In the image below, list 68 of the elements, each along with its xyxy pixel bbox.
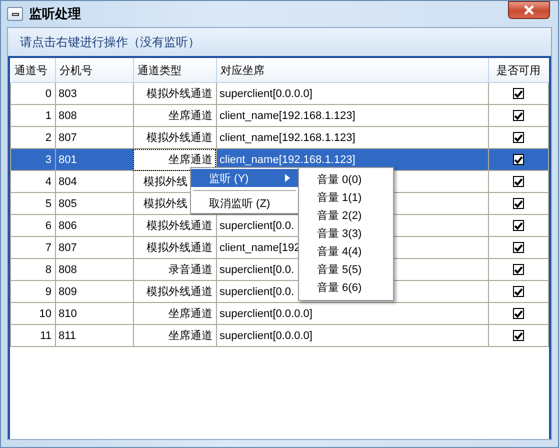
table-row[interactable]: 10 810 坐席通道 superclient[0.0.0.0] xyxy=(10,302,548,324)
table-row[interactable]: 1 808 坐席通道 client_name[192.168.1.123] xyxy=(10,104,548,126)
column-header[interactable]: 是否可用 xyxy=(488,58,548,82)
table-cell: 807 xyxy=(55,236,133,258)
table-cell: 0 xyxy=(10,82,55,104)
checkbox[interactable] xyxy=(512,154,524,166)
table-row[interactable]: 0 803 模拟外线通道 superclient[0.0.0.0] xyxy=(10,82,548,104)
hint-text: 请点击右键进行操作（没有监听） xyxy=(20,34,200,50)
table-cell: 6 xyxy=(10,214,55,236)
checkbox[interactable] xyxy=(512,286,524,298)
column-header[interactable]: 分机号 xyxy=(55,58,133,82)
menu-item[interactable]: 音量 0(0) xyxy=(299,170,393,188)
menu-item[interactable]: 音量 6(6) xyxy=(299,278,393,296)
table-cell: 4 xyxy=(10,170,55,192)
menu-item[interactable]: 音量 4(4) xyxy=(299,242,393,260)
checkbox[interactable] xyxy=(512,110,524,122)
system-menu-button[interactable] xyxy=(7,7,23,21)
table-cell: 3 xyxy=(10,148,55,170)
table-cell: superclient[0.0.0.0] xyxy=(216,302,488,324)
table-cell: 坐席通道 xyxy=(133,324,216,346)
table-row[interactable]: 11 811 坐席通道 superclient[0.0.0.0] xyxy=(10,324,548,346)
table-cell: 录音通道 xyxy=(133,258,216,280)
table-cell: superclient[0.0.0.0] xyxy=(216,82,488,104)
table-cell: 805 xyxy=(55,192,133,214)
close-button[interactable] xyxy=(508,1,550,19)
checkbox[interactable] xyxy=(512,132,524,144)
table-cell: 801 xyxy=(55,148,133,170)
column-header[interactable]: 通道类型 xyxy=(133,58,216,82)
table-cell: 模拟外线通道 xyxy=(133,236,216,258)
menu-item[interactable]: 监听 (Y) xyxy=(191,169,298,187)
table-cell: 806 xyxy=(55,214,133,236)
checkbox[interactable] xyxy=(512,242,524,254)
table-cell: 坐席通道 xyxy=(133,148,216,170)
table-cell: client_name[192.168.1.123] xyxy=(216,104,488,126)
checkbox[interactable] xyxy=(512,198,524,210)
checkbox[interactable] xyxy=(512,220,524,232)
menu-item[interactable]: 音量 1(1) xyxy=(299,188,393,206)
table-cell: 811 xyxy=(55,324,133,346)
table-cell: superclient[0.0.0.0] xyxy=(216,324,488,346)
close-icon xyxy=(523,5,535,15)
table-cell: 10 xyxy=(10,302,55,324)
table-cell: 1 xyxy=(10,104,55,126)
checkbox[interactable] xyxy=(512,330,524,342)
checkbox[interactable] xyxy=(512,308,524,320)
checkbox[interactable] xyxy=(512,88,524,100)
submenu-arrow-icon xyxy=(285,174,290,182)
menu-item[interactable]: 音量 5(5) xyxy=(299,260,393,278)
table-cell: 808 xyxy=(55,104,133,126)
table-cell: 7 xyxy=(10,236,55,258)
table-cell: 8 xyxy=(10,258,55,280)
table-cell: 坐席通道 xyxy=(133,104,216,126)
table-row[interactable]: 3 801 坐席通道 client_name[192.168.1.123] xyxy=(10,148,548,170)
checkbox[interactable] xyxy=(512,264,524,276)
table-cell: 809 xyxy=(55,280,133,302)
column-header[interactable]: 通道号 xyxy=(10,58,55,82)
table-cell: 11 xyxy=(10,324,55,346)
table-cell: 803 xyxy=(55,82,133,104)
table-cell: 5 xyxy=(10,192,55,214)
window-title: 监听处理 xyxy=(29,5,82,23)
table-cell: 810 xyxy=(55,302,133,324)
table-cell: 808 xyxy=(55,258,133,280)
column-header[interactable]: 对应坐席 xyxy=(216,58,488,82)
table-cell: 模拟外线通道 xyxy=(133,82,216,104)
table-cell: 模拟外线通道 xyxy=(133,280,216,302)
table-cell: 9 xyxy=(10,280,55,302)
table-cell: 804 xyxy=(55,170,133,192)
checkbox[interactable] xyxy=(512,176,524,188)
table-cell: 坐席通道 xyxy=(133,302,216,324)
